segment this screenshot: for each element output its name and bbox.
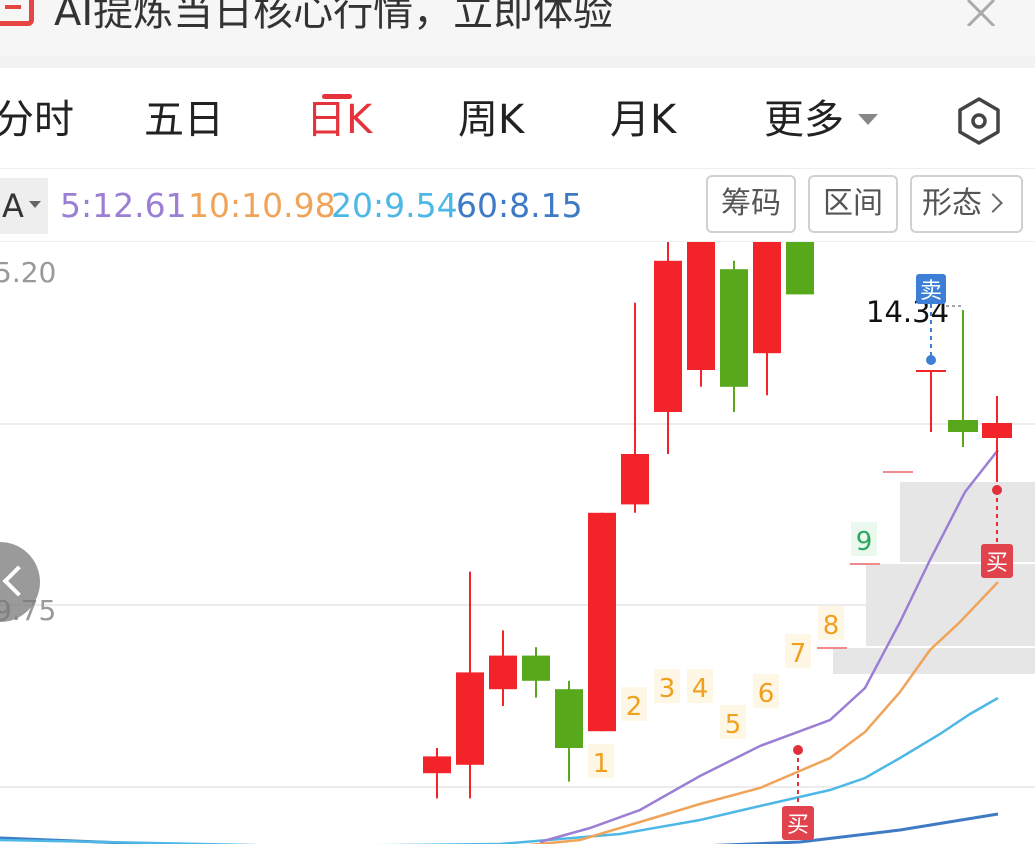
candle-body xyxy=(982,423,1012,438)
ma60-value: 60:8.15 xyxy=(456,186,583,225)
chip-distribution-bar xyxy=(900,482,1035,562)
indicator-selector-label: A xyxy=(2,187,24,225)
candle-body xyxy=(555,689,583,748)
candle-body xyxy=(948,420,978,432)
candle-body xyxy=(621,454,649,505)
doc-icon xyxy=(0,0,34,26)
sell-signal-label: 卖 xyxy=(920,279,942,304)
seq-label: 5 xyxy=(725,710,742,740)
candle-body xyxy=(456,672,484,765)
sell-signal-dot xyxy=(926,355,936,365)
candle-body xyxy=(687,242,715,370)
y-axis-label: 5.20 xyxy=(0,256,56,289)
buy-signal-label: 买 xyxy=(787,813,809,838)
seq-label: 9 xyxy=(856,527,873,557)
candle-body xyxy=(522,655,550,681)
ai-banner[interactable]: AI提炼当日核心行情，立即体验 xyxy=(0,0,1035,56)
candle-body xyxy=(423,756,451,774)
ma60-line xyxy=(0,812,999,844)
banner-text: AI提炼当日核心行情，立即体验 xyxy=(54,0,614,35)
candle-body xyxy=(489,655,517,690)
ma10-value: 10:10.98 xyxy=(188,186,336,225)
tab-daily-k[interactable]: 日K xyxy=(306,96,372,144)
seq-label: 4 xyxy=(692,674,709,704)
seq-label: 3 xyxy=(659,674,676,704)
hexagon-settings-icon[interactable] xyxy=(956,96,1002,146)
seq-label: 6 xyxy=(758,679,775,709)
active-tab-indicator xyxy=(322,94,352,99)
chevron-right-icon xyxy=(983,193,1003,213)
candle-body xyxy=(786,242,814,295)
candle-body xyxy=(720,269,748,387)
range-button[interactable]: 区间 xyxy=(808,175,898,233)
ma20-line xyxy=(0,696,999,844)
tab-monthly-k[interactable]: 月K xyxy=(610,96,676,144)
period-tabs: 分时 五日 日K 周K 月K 更多 xyxy=(0,68,1035,169)
candle-body xyxy=(916,370,946,372)
candlestick-chart[interactable]: 5.20 9.75 14.34 卖 买 买 1 2 3 4 5 6 7 8 9 xyxy=(0,242,1035,844)
pattern-button[interactable]: 形态 xyxy=(910,175,1023,233)
tab-five-day[interactable]: 五日 xyxy=(144,96,224,144)
buy-signal-dot xyxy=(992,485,1002,495)
buy-signal-dot xyxy=(793,745,803,755)
candle-body xyxy=(753,242,781,354)
chip-distribution-bar xyxy=(833,648,1035,674)
seq-label: 7 xyxy=(790,639,807,669)
chevron-down-icon xyxy=(29,201,41,208)
candle-body xyxy=(654,260,682,412)
tab-weekly-k[interactable]: 周K xyxy=(458,96,524,144)
buy-signal-label: 买 xyxy=(986,551,1008,576)
seq-label: 2 xyxy=(626,692,643,722)
candle-body xyxy=(588,512,616,732)
chevron-down-icon[interactable] xyxy=(858,114,878,125)
ma20-value: 20:9.54 xyxy=(331,186,458,225)
tab-intraday[interactable]: 分时 xyxy=(0,96,74,144)
seq-label: 8 xyxy=(823,611,840,641)
seq-label: 1 xyxy=(593,749,610,779)
section-divider xyxy=(0,56,1035,68)
ma5-value: 5:12.61 xyxy=(60,186,187,225)
chips-button[interactable]: 筹码 xyxy=(706,175,796,233)
close-icon[interactable] xyxy=(960,0,1000,26)
pattern-button-label: 形态 xyxy=(922,186,982,221)
stock-chart-screen: AI提炼当日核心行情，立即体验 分时 五日 日K 周K 月K 更多 A 5:12… xyxy=(0,0,1035,844)
tab-more[interactable]: 更多 xyxy=(764,96,844,144)
